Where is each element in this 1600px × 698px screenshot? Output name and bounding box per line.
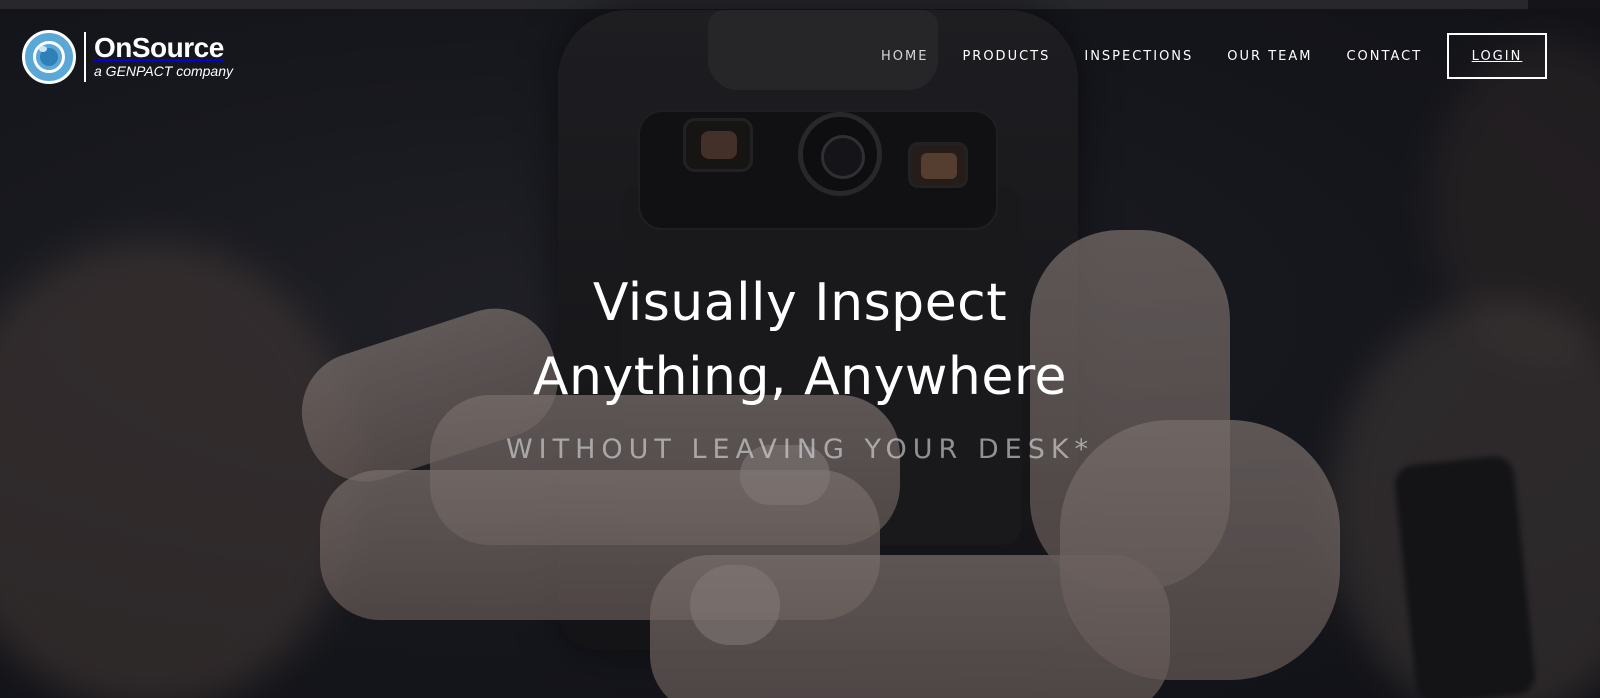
nav-item-home[interactable]: HOME: [881, 49, 928, 64]
nav-item-inspections[interactable]: INSPECTIONS: [1084, 49, 1193, 64]
hero-subheadline: WITHOUT LEAVING YOUR DESK*: [505, 434, 1095, 465]
hero-headline: Visually Inspect Anything, Anywhere: [400, 266, 1200, 414]
nav-item-contact[interactable]: CONTACT: [1346, 49, 1422, 64]
site-logo[interactable]: OnSource a GENPACT company: [22, 30, 242, 84]
logo-divider: [84, 32, 86, 82]
logo-tagline: a GENPACT company: [94, 63, 234, 79]
login-button[interactable]: LOGIN: [1447, 33, 1547, 79]
hero-headline-line1: Visually Inspect: [592, 273, 1008, 333]
nav-item-our-team[interactable]: OUR TEAM: [1227, 49, 1312, 64]
camera-lens-icon: [22, 30, 76, 84]
hero-headline-line2: Anything, Anywhere: [532, 347, 1068, 407]
main-nav: HOME PRODUCTS INSPECTIONS OUR TEAM CONTA…: [881, 44, 1456, 68]
logo-brand-name: OnSource: [94, 32, 224, 63]
nav-item-products[interactable]: PRODUCTS: [962, 49, 1050, 64]
